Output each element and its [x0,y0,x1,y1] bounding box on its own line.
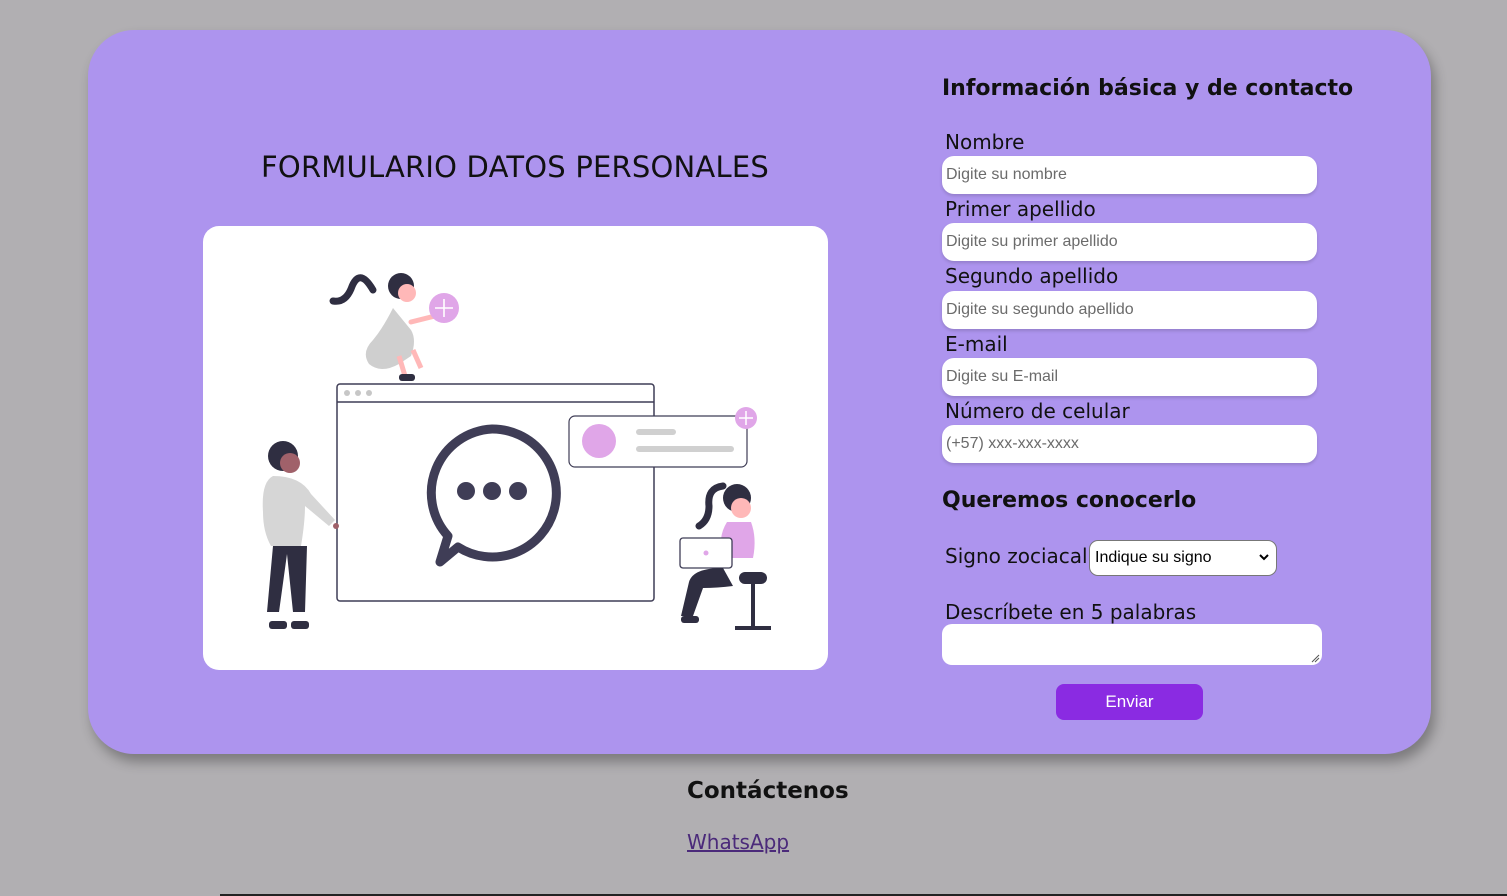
section-basic-title: Información básica y de contacto [942,76,1354,101]
primer-apellido-input[interactable] [942,223,1317,261]
celular-input[interactable] [942,425,1317,463]
contact-form: Información básica y de contacto Nombre … [942,30,1362,754]
submit-button[interactable]: Enviar [1056,684,1203,720]
form-card: FORMULARIO DATOS PERSONALES Información … [88,30,1431,754]
field-label-celular: Número de celular [945,399,1130,423]
illustration-panel [203,226,828,670]
email-input[interactable] [942,358,1317,396]
chevron-down-icon [1259,554,1269,561]
footer-heading: Contáctenos [687,778,849,804]
segundo-apellido-input[interactable] [942,291,1317,329]
nombre-input[interactable] [942,156,1317,194]
describe-label: Descríbete en 5 palabras [945,600,1197,624]
whatsapp-link[interactable]: WhatsApp [687,830,789,854]
sign-label: Signo zociacal [945,544,1088,568]
resize-grip-icon[interactable] [1311,654,1320,663]
field-label-nombre: Nombre [945,130,1025,154]
field-label-segundo-apellido: Segundo apellido [945,264,1119,288]
sign-select[interactable]: Indique su signo [1089,540,1277,576]
field-label-primer-apellido: Primer apellido [945,197,1096,221]
sign-select-value: Indique su signo [1095,549,1212,566]
section-know-title: Queremos conocerlo [942,488,1197,513]
describe-textarea[interactable] [942,624,1322,665]
page-title: FORMULARIO DATOS PERSONALES [261,150,769,184]
people-chatting-illustration [262,273,771,630]
field-label-email: E-mail [945,332,1008,356]
